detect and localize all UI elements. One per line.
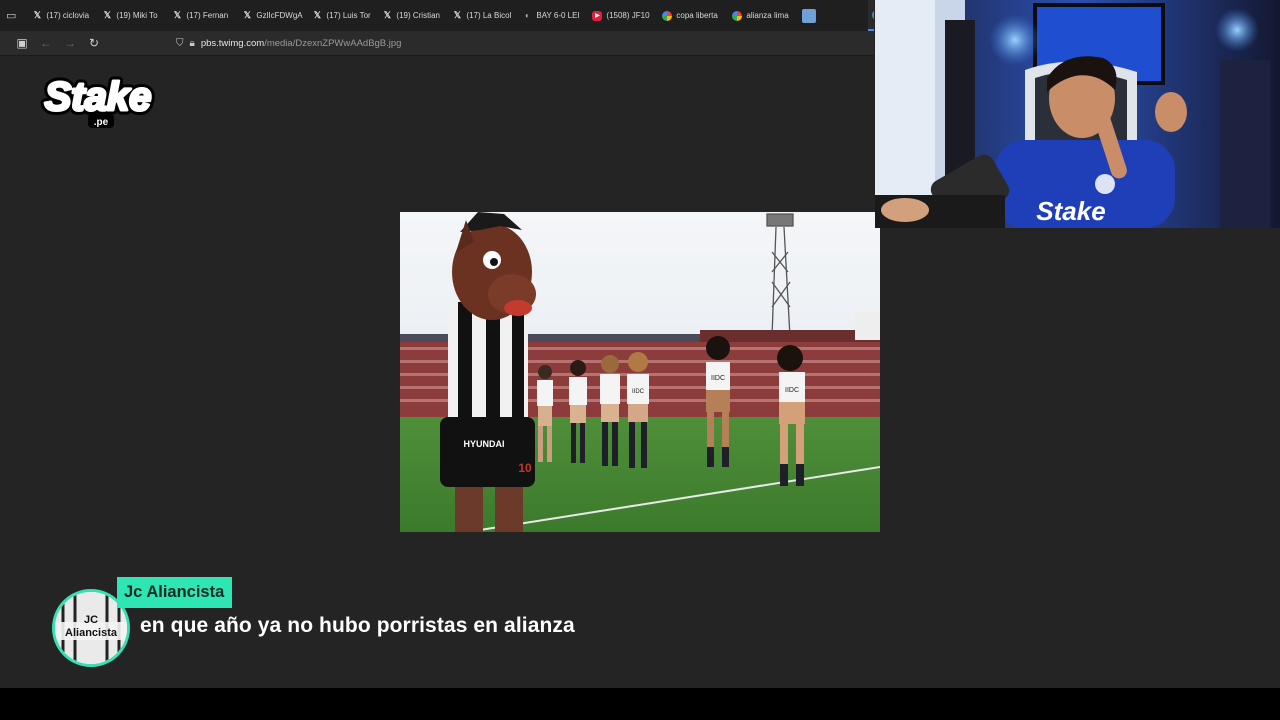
browser-tab[interactable]: ▶ (1508) JF10: [588, 0, 658, 31]
jersey-sponsor-text: Stake: [1036, 196, 1105, 226]
google-icon: [872, 9, 874, 20]
browser-tab-label: (17) Fernan: [186, 11, 229, 20]
browser-tab[interactable]: [798, 0, 868, 31]
browser-tab[interactable]: copa liberta: [658, 0, 728, 31]
x-icon: 𝕏: [103, 10, 112, 20]
x-icon: 𝕏: [173, 10, 182, 20]
browser-tab[interactable]: 𝕏 (19) Miki To: [98, 0, 168, 31]
horse-mascot: HYUNDAI 10: [440, 212, 536, 532]
browser-tab[interactable]: 𝕏 GzlIcFDWgA: [238, 0, 308, 31]
nike-banner: [855, 312, 880, 340]
svg-text:10: 10: [518, 461, 532, 475]
google-icon: [662, 10, 673, 21]
svg-text:IIDC: IIDC: [711, 375, 725, 382]
browser-tab-label: (17) Luis Tor: [326, 11, 371, 20]
browser-tab-label: (19) Miki To: [116, 11, 158, 20]
blank-tab-icon: [802, 8, 817, 23]
back-button[interactable]: ←: [34, 36, 58, 50]
stream-layout: ▭ 𝕏 (17) ciclovia 𝕏 (19) Miki To 𝕏 (17) Ferna…: [0, 0, 1280, 720]
stake-logo: Stake Stake .pe: [38, 70, 158, 132]
svg-text:JC: JC: [84, 614, 98, 626]
svg-text:IIDC: IIDC: [632, 389, 645, 395]
browser-tab-label: BAY 6-0 LEI: [536, 11, 580, 20]
x-icon: 𝕏: [453, 10, 462, 20]
browser-tab-label: (1508) JF10: [606, 11, 650, 20]
browser-address-bar: ▣ ← → ↻ ⛉ 🔒︎ pbs.twimg.com/media/DzexnZP…: [0, 31, 874, 56]
logo-text: Stake: [45, 75, 152, 119]
browser-tab-label: (17) La Bicol: [466, 11, 512, 20]
forward-button[interactable]: →: [58, 36, 82, 50]
logo-suffix: .pe: [94, 117, 109, 128]
bottom-bar: [0, 688, 1280, 720]
browser-tab[interactable]: alianza lima: [728, 0, 798, 31]
youtube-icon: ▶: [592, 10, 603, 21]
browser-tab[interactable]: 𝕏 (17) ciclovia: [28, 0, 98, 31]
x-icon: 𝕏: [313, 10, 322, 20]
svg-text:IIDC: IIDC: [785, 387, 799, 394]
browser-tab[interactable]: 𝕏 (17) La Bicol: [448, 0, 518, 31]
browser-tab-label: copa liberta: [676, 11, 718, 20]
svg-text:Aliancista: Aliancista: [65, 627, 118, 639]
x-icon: 𝕏: [243, 10, 252, 20]
browser-tab-label: (17) ciclovia: [46, 11, 90, 20]
url-text[interactable]: pbs.twimg.com/media/DzexnZPWwAAdBgB.jpg: [201, 38, 402, 49]
reload-button[interactable]: ↻: [82, 36, 106, 50]
bay-icon: ◐: [524, 11, 530, 20]
svg-text:HYUNDAI: HYUNDAI: [463, 439, 504, 449]
browser-tab[interactable]: 𝕏 (17) Fernan: [168, 0, 238, 31]
chat-username: Jc Aliancista: [117, 577, 233, 608]
browser-tab-label: GzlIcFDWgA: [256, 11, 303, 20]
webcam-feed: Stake: [875, 0, 1280, 228]
browser-tab-label: (19) Cristian: [396, 11, 440, 20]
google-icon: [732, 10, 743, 21]
browser-tab-bar: ▭ 𝕏 (17) ciclovia 𝕏 (19) Miki To 𝕏 (17) Ferna…: [0, 0, 874, 31]
browser-tab-label: alianza lima: [746, 11, 789, 20]
browser-tab[interactable]: 𝕏 (17) Luis Tor: [308, 0, 378, 31]
x-icon: 𝕏: [33, 10, 42, 20]
main-photo: IIDC IIDC IIDC HYUNDAI 10: [400, 212, 880, 532]
browser-tab[interactable]: 𝕏 (19) Cristian: [378, 0, 448, 31]
tab-groups-icon[interactable]: ▭: [6, 8, 16, 24]
browser-tab[interactable]: ◐ BAY 6-0 LEI: [518, 0, 588, 31]
chat-message-text: en que año ya no hubo porristas en alian…: [140, 614, 575, 637]
browser-tab[interactable]: potrillo a: [868, 0, 874, 31]
lock-icon[interactable]: 🔒︎: [190, 38, 195, 49]
chat-message-overlay: JC Aliancista Jc Aliancista en que año y…: [52, 577, 752, 669]
x-icon: 𝕏: [383, 10, 392, 20]
url-field[interactable]: ⛉ 🔒︎ pbs.twimg.com/media/DzexnZPWwAAdBgB…: [176, 38, 401, 49]
sidebar-toggle-icon[interactable]: ▣: [10, 36, 34, 50]
shield-icon[interactable]: ⛉: [176, 38, 184, 49]
